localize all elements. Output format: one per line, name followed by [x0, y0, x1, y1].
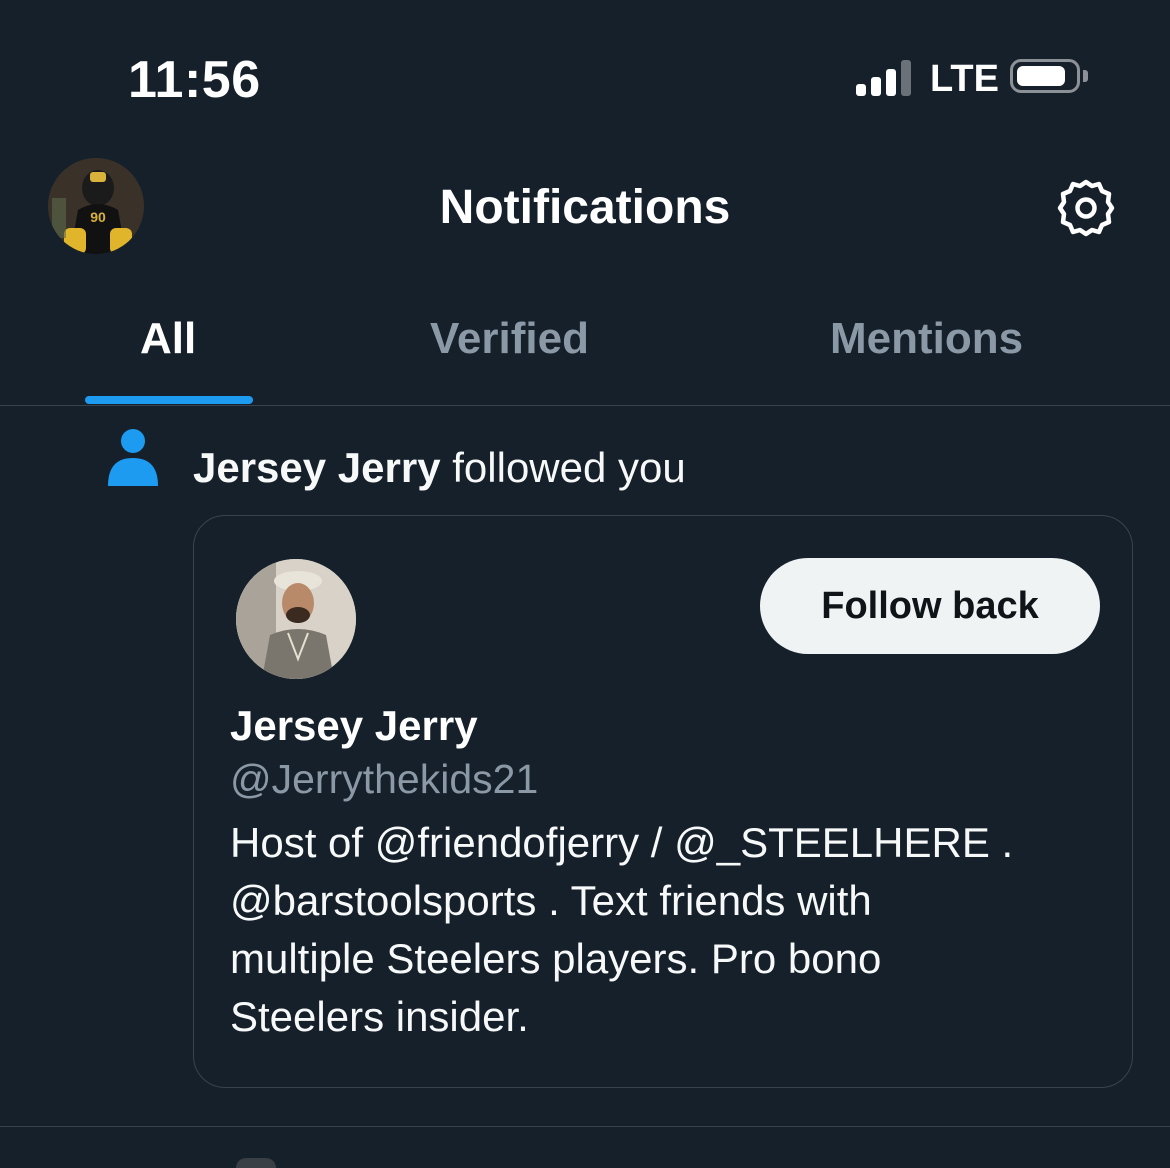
notification-action: followed you [452, 444, 686, 491]
status-bar: 11:56 LTE [0, 0, 1170, 160]
tab-mentions[interactable]: Mentions [830, 314, 1023, 364]
follower-card[interactable]: Follow back Jersey Jerry @Jerrythekids21… [193, 515, 1133, 1088]
follower-avatar[interactable] [236, 559, 356, 679]
follow-back-button[interactable]: Follow back [760, 558, 1100, 654]
status-time: 11:56 [128, 51, 261, 109]
gear-icon[interactable] [1054, 176, 1118, 240]
battery-level [1017, 66, 1065, 86]
network-type: LTE [930, 58, 999, 100]
tab-verified[interactable]: Verified [430, 314, 589, 364]
follower-bio: Host of @friendofjerry / @_STEELHERE . @… [230, 814, 1080, 1046]
follower-handle[interactable]: @Jerrythekids21 [230, 756, 538, 803]
bio-line: Host of @friendofjerry / @_STEELHERE . [230, 819, 1014, 866]
follower-avatar-image [236, 559, 356, 679]
next-item-preview [236, 1158, 276, 1168]
bio-line: multiple Steelers players. Pro bono [230, 935, 882, 982]
battery-icon [1010, 59, 1080, 93]
bio-line: @barstoolsports . Text friends with [230, 877, 872, 924]
divider [0, 1126, 1170, 1127]
battery-nub [1083, 70, 1088, 82]
bio-line: Steelers insider. [230, 993, 529, 1040]
signal-strength-icon [856, 60, 914, 96]
follower-name[interactable]: Jersey Jerry [230, 702, 478, 750]
page-title: Notifications [439, 181, 731, 234]
notification-text[interactable]: Jersey Jerry followed you [193, 444, 686, 492]
tab-all[interactable]: All [140, 314, 196, 364]
person-icon [106, 428, 160, 488]
active-tab-indicator [85, 396, 253, 404]
notification-actor-name[interactable]: Jersey Jerry [193, 444, 441, 491]
notification-tabs: All Verified Mentions [0, 300, 1170, 406]
